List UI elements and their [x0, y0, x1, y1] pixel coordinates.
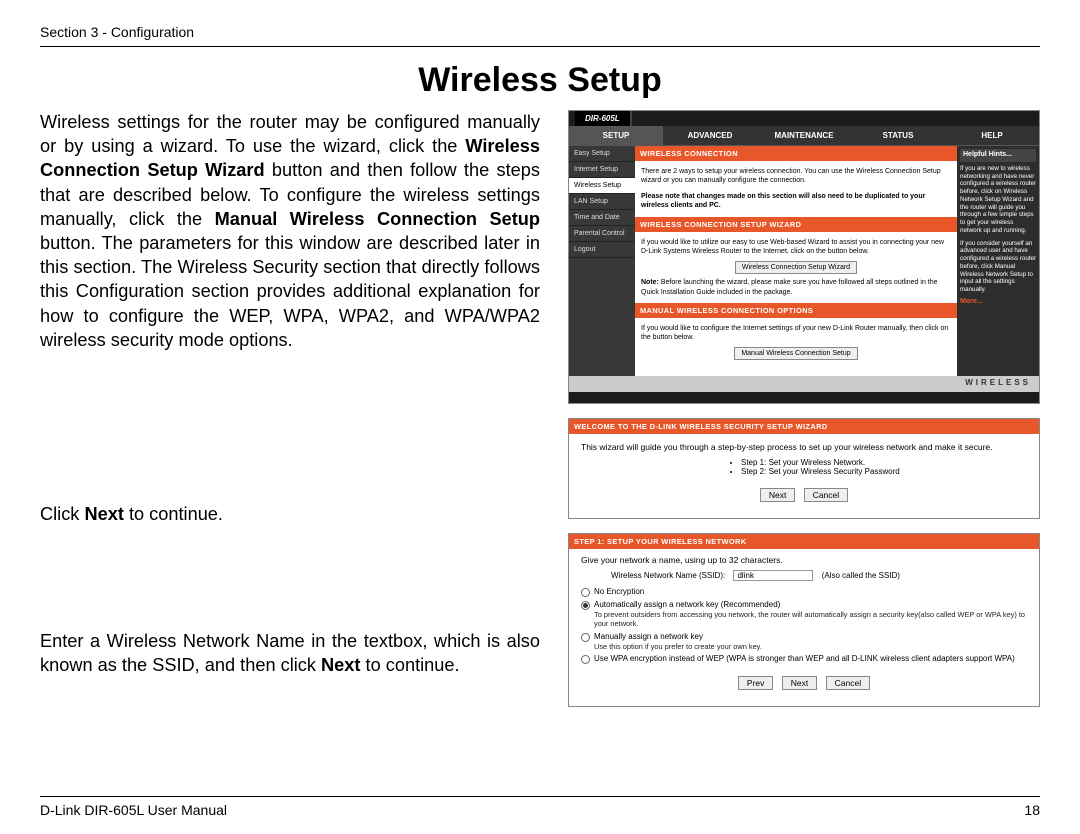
ssid-input[interactable]: dlink [733, 570, 813, 581]
wiz1-text: This wizard will guide you through a ste… [581, 442, 1027, 452]
sec-manual-title: MANUAL WIRELESS CONNECTION OPTIONS [635, 303, 957, 318]
wizard-step1-screenshot: STEP 1: SETUP YOUR WIRELESS NETWORK Give… [568, 533, 1040, 707]
wireless-wizard-button[interactable]: Wireless Connection Setup Wizard [735, 261, 857, 274]
wiz2-text: Give your network a name, using up to 32… [581, 555, 1027, 565]
wiz2-next-button[interactable]: Next [782, 676, 817, 690]
sidebar-internet-setup[interactable]: Internet Setup [569, 162, 635, 178]
wizard-welcome-screenshot: WELCOME TO THE D-LINK WIRELESS SECURITY … [568, 418, 1040, 519]
sidebar-parental[interactable]: Parental Control [569, 226, 635, 242]
page-footer: D-Link DIR-605L User Manual 18 [40, 796, 1040, 818]
radio-icon [581, 655, 590, 664]
help-panel: Helpful Hints... If you are new to wirel… [957, 146, 1039, 376]
help-more-link[interactable]: More... [960, 298, 1036, 307]
tab-setup[interactable]: SETUP [569, 126, 663, 145]
divider [40, 796, 1040, 797]
divider [40, 46, 1040, 47]
tab-maintenance[interactable]: MAINTENANCE [757, 126, 851, 145]
sec1-note: Please note that changes made on this se… [641, 192, 951, 211]
wiz1-step2: Step 2: Set your Wireless Security Passw… [741, 467, 1027, 476]
wiz1-next-button[interactable]: Next [760, 488, 795, 502]
ssid-label: Wireless Network Name (SSID): [611, 571, 725, 580]
sidebar-logout[interactable]: Logout [569, 242, 635, 258]
router-admin-screenshot: DIR-605L SETUP ADVANCED MAINTENANCE STAT… [568, 110, 1040, 404]
section-header: Section 3 - Configuration [40, 24, 1040, 40]
sidebar-wireless-setup[interactable]: Wireless Setup [569, 178, 635, 194]
opt-manual-key-sub: Use this option if you prefer to create … [581, 642, 1027, 651]
wiz2-cancel-button[interactable]: Cancel [826, 676, 870, 690]
opt-use-wpa[interactable]: Use WPA encryption instead of WEP (WPA i… [581, 654, 1027, 664]
intro-paragraph: Wireless settings for the router may be … [40, 110, 540, 352]
opt-no-encryption[interactable]: No Encryption [581, 587, 1027, 597]
wiz1-cancel-button[interactable]: Cancel [804, 488, 848, 502]
sec-wireless-connection-title: WIRELESS CONNECTION [635, 146, 957, 161]
opt-auto-key[interactable]: Automatically assign a network key (Reco… [581, 600, 1027, 610]
sec-wizard-title: WIRELESS CONNECTION SETUP WIZARD [635, 217, 957, 232]
wiz2-prev-button[interactable]: Prev [738, 676, 773, 690]
sidebar-lan-setup[interactable]: LAN Setup [569, 194, 635, 210]
tab-status[interactable]: STATUS [851, 126, 945, 145]
sec3-text: If you would like to configure the Inter… [641, 324, 951, 343]
wiz2-title: STEP 1: SETUP YOUR WIRELESS NETWORK [569, 534, 1039, 549]
ssid-paragraph: Enter a Wireless Network Name in the tex… [40, 629, 540, 677]
opt-auto-key-sub: To prevent outsiders from accessing you … [581, 610, 1027, 629]
tab-advanced[interactable]: ADVANCED [663, 126, 757, 145]
click-next-paragraph: Click Next to continue. [40, 502, 540, 526]
radio-icon [581, 601, 590, 610]
main-panel: WIRELESS CONNECTION There are 2 ways to … [635, 146, 957, 376]
page-title: Wireless Setup [40, 61, 1040, 100]
body-text-column: Wireless settings for the router may be … [40, 110, 540, 721]
manual-title: D-Link DIR-605L User Manual [40, 802, 227, 818]
help-text-2: If you consider yourself an advanced use… [960, 240, 1036, 294]
tab-help[interactable]: HELP [945, 126, 1039, 145]
help-text-1: If you are new to wireless networking an… [960, 165, 1036, 235]
sec2-note: Note: Before launching the wizard, pleas… [641, 278, 951, 297]
wiz1-step1: Step 1: Set your Wireless Network. [741, 458, 1027, 467]
product-label: DIR-605L [575, 111, 632, 126]
radio-icon [581, 588, 590, 597]
router-footer-label: WIRELESS [569, 376, 1039, 392]
wiz1-title: WELCOME TO THE D-LINK WIRELESS SECURITY … [569, 419, 1039, 434]
sidebar-easy-setup[interactable]: Easy Setup [569, 146, 635, 162]
sidebar-time-date[interactable]: Time and Date [569, 210, 635, 226]
ssid-hint: (Also called the SSID) [822, 571, 900, 580]
sidebar: Easy Setup Internet Setup Wireless Setup… [569, 146, 635, 376]
help-title: Helpful Hints... [960, 149, 1036, 162]
radio-icon [581, 633, 590, 642]
sec2-text: If you would like to utilize our easy to… [641, 238, 951, 257]
manual-connection-button[interactable]: Manual Wireless Connection Setup [734, 347, 857, 360]
page-number: 18 [1024, 802, 1040, 818]
sec1-text: There are 2 ways to setup your wireless … [641, 167, 951, 186]
tab-bar: SETUP ADVANCED MAINTENANCE STATUS HELP [569, 126, 1039, 146]
opt-manual-key[interactable]: Manually assign a network key [581, 632, 1027, 642]
